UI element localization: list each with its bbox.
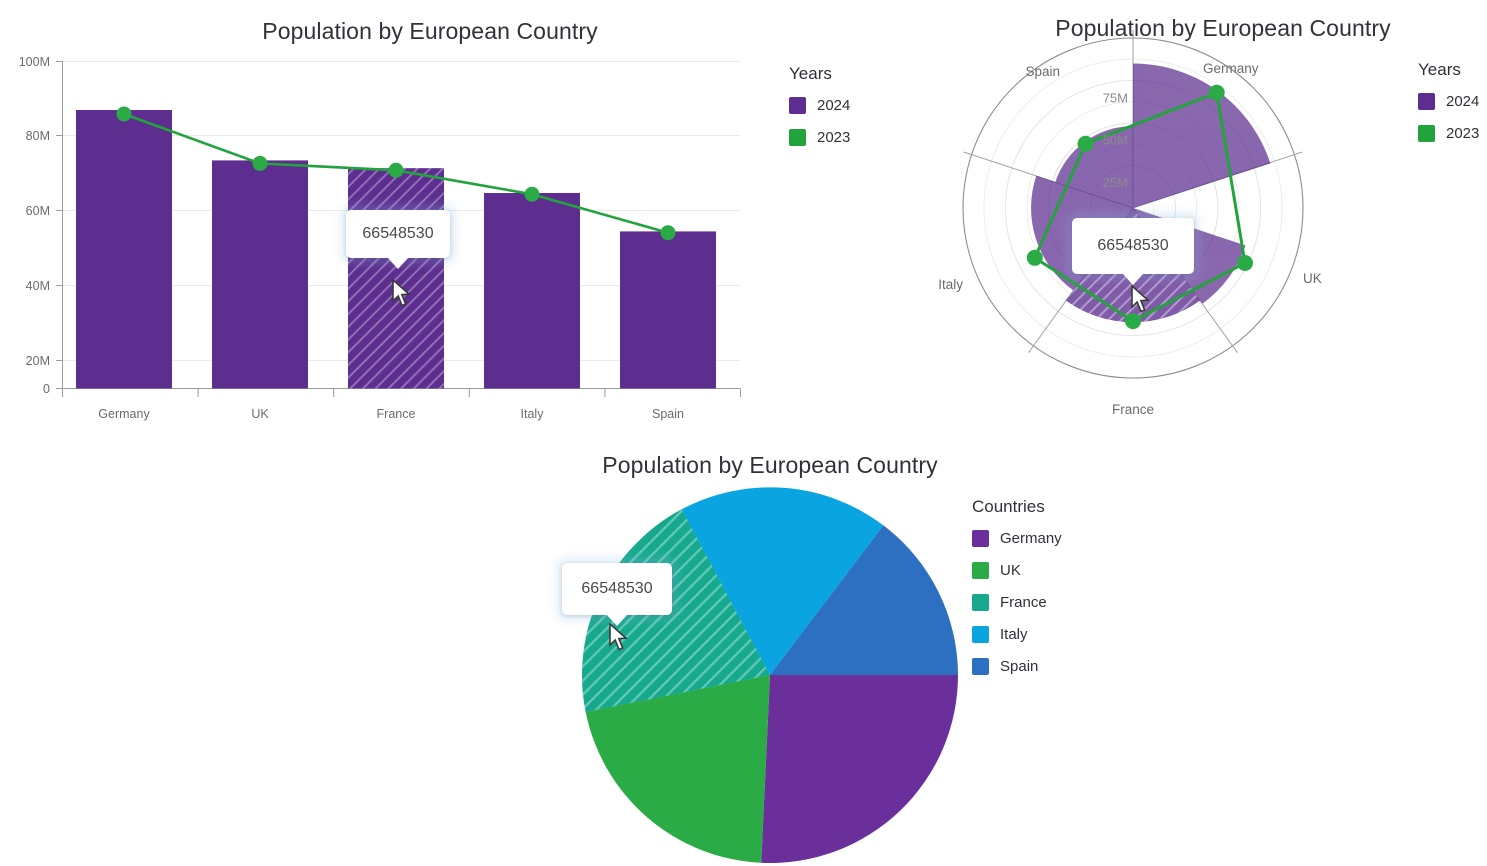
bar-italy[interactable]	[484, 193, 580, 389]
legend-swatch-2023	[1418, 124, 1435, 142]
bar-chart-x-tick-labels: Germany UK France Italy Spain	[98, 407, 684, 421]
radial-tick-label: 75M	[1103, 91, 1128, 106]
tooltip-value: 66548530	[1097, 237, 1169, 254]
radial-tick-label: 25M	[1103, 175, 1128, 190]
legend-swatch-2023	[789, 128, 806, 146]
legend-label-spain: Spain	[1000, 657, 1039, 675]
polar-angular-label: UK	[1303, 271, 1322, 286]
legend-title: Countries	[972, 497, 1045, 516]
polar-chart-panel: Population by European Country 25M 50M 7…	[905, 0, 1487, 435]
legend-swatch-uk	[972, 561, 989, 579]
legend-item-2024[interactable]: 2024	[789, 96, 850, 114]
legend-swatch-germany	[972, 529, 989, 547]
legend-label-2023: 2023	[817, 128, 851, 146]
legend-item-uk[interactable]: UK	[972, 561, 1062, 579]
polar-chart-tooltip: 66548530	[1072, 218, 1194, 285]
tooltip-value: 66548530	[362, 225, 434, 242]
bar-france-hatch[interactable]	[348, 168, 444, 389]
legend-swatch-spain	[972, 657, 989, 675]
polar-angular-label: France	[1112, 402, 1154, 417]
legend-item-spain[interactable]: Spain	[972, 657, 1062, 675]
legend-swatch-france	[972, 593, 989, 611]
marker-uk[interactable]	[252, 155, 268, 171]
marker-spain[interactable]	[660, 225, 676, 241]
bar-germany[interactable]	[76, 110, 172, 389]
polar-marker-italy[interactable]	[1026, 249, 1043, 266]
bar-chart-panel: Population by European Country 100M 80M …	[0, 0, 905, 435]
legend-swatch-italy	[972, 625, 989, 643]
polar-marker-germany[interactable]	[1208, 84, 1225, 101]
x-tick-label: France	[377, 407, 416, 421]
tooltip-value: 66548530	[581, 580, 653, 597]
x-tick-label: Germany	[98, 407, 150, 421]
polar-chart-legend: Years 2024 2023	[1418, 60, 1479, 156]
legend-label-2023: 2023	[1446, 124, 1480, 142]
y-tick-label: 80M	[26, 129, 50, 143]
x-tick-label: Spain	[652, 407, 684, 421]
y-tick-label: 20M	[26, 354, 50, 368]
legend-item-2024[interactable]: 2024	[1418, 92, 1479, 110]
pie-slices[interactable]	[582, 487, 958, 864]
polar-radial-tick-labels: 25M 50M 75M	[1103, 91, 1128, 191]
legend-swatch-2024	[789, 96, 806, 114]
legend-label-italy: Italy	[1000, 625, 1028, 643]
polar-angular-label: Germany	[1203, 61, 1259, 76]
y-tick-label: 100M	[19, 55, 50, 69]
marker-germany[interactable]	[116, 106, 132, 122]
polar-marker-france[interactable]	[1125, 313, 1141, 330]
pie-chart-tooltip: 66548530	[562, 563, 672, 626]
bar-chart-legend: Years 2024 2023	[789, 64, 850, 160]
y-tick-label: 0	[43, 382, 50, 396]
polar-angular-label: Italy	[938, 277, 963, 292]
legend-title: Years	[789, 64, 832, 83]
polar-angular-label: Spain	[1025, 64, 1060, 79]
bar-chart-tooltip: 66548530	[346, 210, 450, 269]
legend-item-2023[interactable]: 2023	[1418, 124, 1479, 142]
marker-italy[interactable]	[524, 186, 540, 202]
y-tick-label: 40M	[26, 279, 50, 293]
pie-slice-germany[interactable]	[761, 675, 958, 864]
legend-item-2023[interactable]: 2023	[789, 128, 850, 146]
pie-chart-plot[interactable]	[440, 440, 1000, 866]
legend-label-france: France	[1000, 593, 1047, 611]
polar-marker-uk[interactable]	[1237, 255, 1253, 271]
pie-chart-panel: Population by European Country 66548530	[440, 440, 1140, 866]
marker-france[interactable]	[388, 162, 404, 178]
bar-uk[interactable]	[212, 160, 308, 389]
legend-title: Years	[1418, 60, 1461, 79]
bar-chart-title: Population by European Country	[262, 18, 598, 44]
legend-item-italy[interactable]: Italy	[972, 625, 1062, 643]
legend-item-france[interactable]: France	[972, 593, 1062, 611]
legend-swatch-2024	[1418, 92, 1435, 110]
x-tick-label: UK	[251, 407, 269, 421]
bar-spain[interactable]	[620, 231, 716, 389]
x-tick-label: Italy	[521, 407, 545, 421]
legend-item-germany[interactable]: Germany	[972, 529, 1062, 547]
legend-label-uk: UK	[1000, 561, 1021, 579]
bar-chart-y-tick-labels: 100M 80M 60M 40M 20M 0	[19, 55, 50, 396]
polar-marker-spain[interactable]	[1077, 135, 1094, 152]
radial-tick-label: 50M	[1103, 133, 1128, 148]
y-tick-label: 60M	[26, 204, 50, 218]
legend-label-2024: 2024	[817, 96, 851, 114]
pie-chart-legend: Countries Germany UK France Italy Spain	[972, 497, 1062, 689]
legend-label-2024: 2024	[1446, 92, 1480, 110]
legend-label-germany: Germany	[1000, 529, 1062, 547]
